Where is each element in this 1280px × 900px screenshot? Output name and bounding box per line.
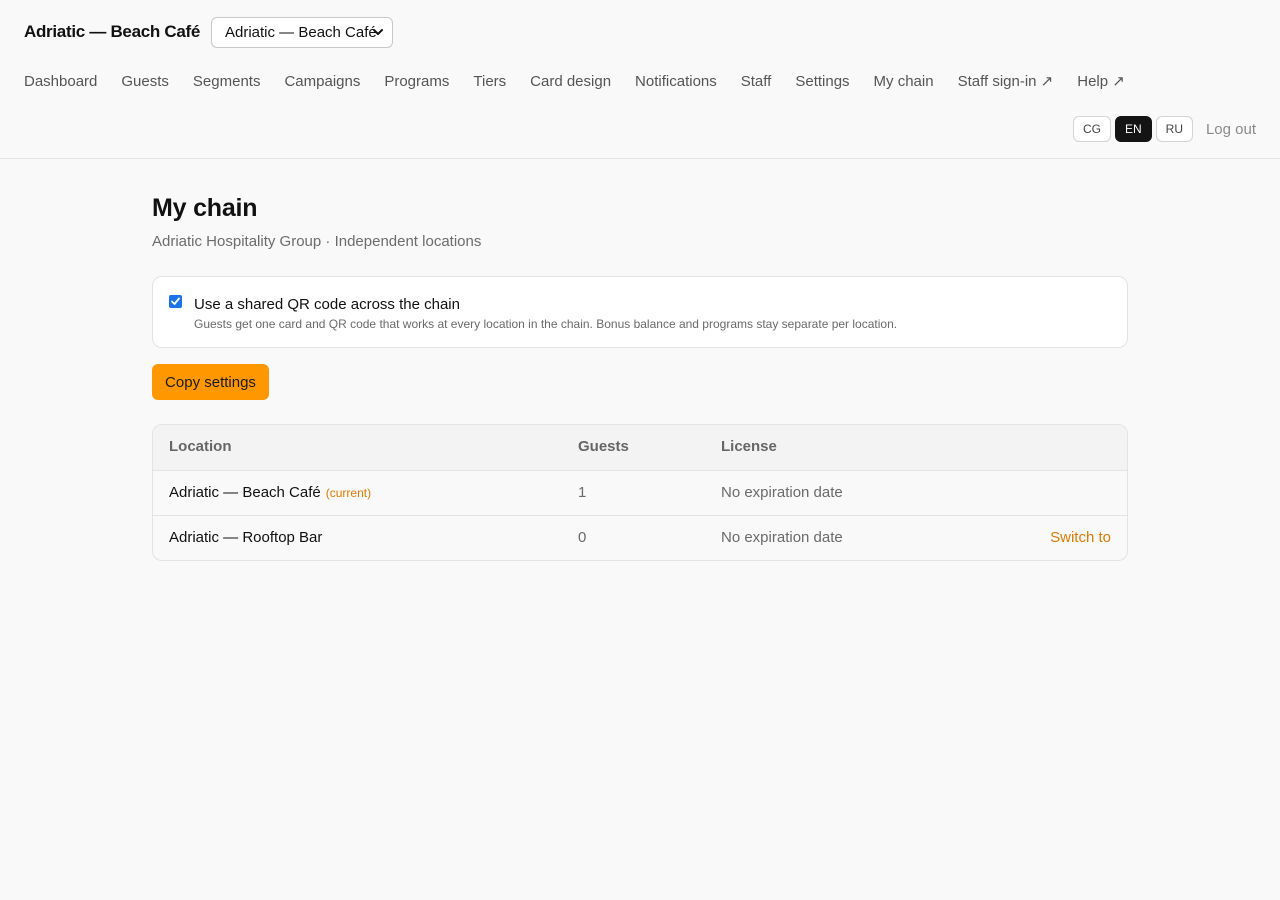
nav-staff-sign-in[interactable]: Staff sign-in ↗	[958, 73, 1054, 91]
page-title: My chain	[152, 194, 258, 222]
nav-notifications[interactable]: Notifications	[635, 73, 717, 91]
guests-cell: 1	[578, 484, 587, 501]
current-badge: (current)	[325, 486, 372, 500]
shared-qr-label[interactable]: Use a shared QR code across the chain	[194, 296, 460, 313]
location-select-value: Adriatic — Beach Café	[225, 24, 377, 41]
logout-link[interactable]: Log out	[1206, 121, 1256, 138]
location-cell: Adriatic — Beach Café (current)	[169, 485, 371, 501]
nav-my-chain[interactable]: My chain	[874, 73, 934, 91]
location-cell: Adriatic — Rooftop Bar	[169, 530, 322, 546]
table-header-row: Location Guests License	[153, 425, 1127, 470]
nav-settings[interactable]: Settings	[795, 73, 849, 91]
locations-table: Location Guests License Adriatic — Beach…	[152, 424, 1128, 561]
nav-programs[interactable]: Programs	[384, 73, 449, 91]
column-header-guests: Guests	[578, 438, 629, 455]
location-name: Adriatic — Rooftop Bar	[169, 529, 323, 546]
main-nav: Dashboard Guests Segments Campaigns Prog…	[24, 73, 1149, 91]
checkmark-icon	[171, 297, 180, 305]
shared-qr-card: Use a shared QR code across the chain Gu…	[152, 276, 1128, 348]
switch-to-link[interactable]: Switch to	[1050, 530, 1111, 546]
main-content: My chain Adriatic Hospitality Group · In…	[152, 159, 1128, 561]
lang-cg-button[interactable]: CG	[1072, 116, 1111, 142]
table-row: Adriatic — Rooftop Bar 0 No expiration d…	[153, 515, 1127, 560]
brand-name: Adriatic — Beach Café	[24, 22, 201, 41]
table-row: Adriatic — Beach Café (current) 1 No expi…	[153, 470, 1127, 515]
location-select[interactable]: Adriatic — Beach Café	[211, 17, 393, 48]
shared-qr-help: Guests get one card and QR code that wor…	[194, 317, 898, 331]
column-header-location: Location	[169, 438, 232, 455]
license-cell: No expiration date	[721, 529, 843, 546]
nav-dashboard[interactable]: Dashboard	[24, 73, 97, 91]
top-header: Adriatic — Beach Café Adriatic — Beach C…	[0, 0, 1280, 159]
lang-ru-button[interactable]: RU	[1155, 116, 1193, 142]
nav-campaigns[interactable]: Campaigns	[284, 73, 360, 91]
column-header-license: License	[721, 438, 777, 455]
page-subtitle: Adriatic Hospitality Group · Independent…	[152, 233, 482, 250]
copy-settings-button[interactable]: Copy settings	[152, 364, 269, 400]
guests-cell: 0	[578, 529, 587, 546]
nav-segments[interactable]: Segments	[193, 73, 261, 91]
language-switcher: CG EN RU	[1069, 116, 1193, 142]
nav-help[interactable]: Help ↗	[1077, 73, 1125, 91]
nav-guests[interactable]: Guests	[121, 73, 169, 91]
nav-card-design[interactable]: Card design	[530, 73, 611, 91]
nav-staff[interactable]: Staff	[741, 73, 772, 91]
shared-qr-checkbox[interactable]	[169, 295, 182, 308]
location-name: Adriatic — Beach Café	[169, 484, 321, 501]
license-cell: No expiration date	[721, 484, 843, 501]
nav-tiers[interactable]: Tiers	[473, 73, 506, 91]
lang-en-button[interactable]: EN	[1114, 116, 1152, 142]
chevron-down-icon	[373, 29, 383, 35]
